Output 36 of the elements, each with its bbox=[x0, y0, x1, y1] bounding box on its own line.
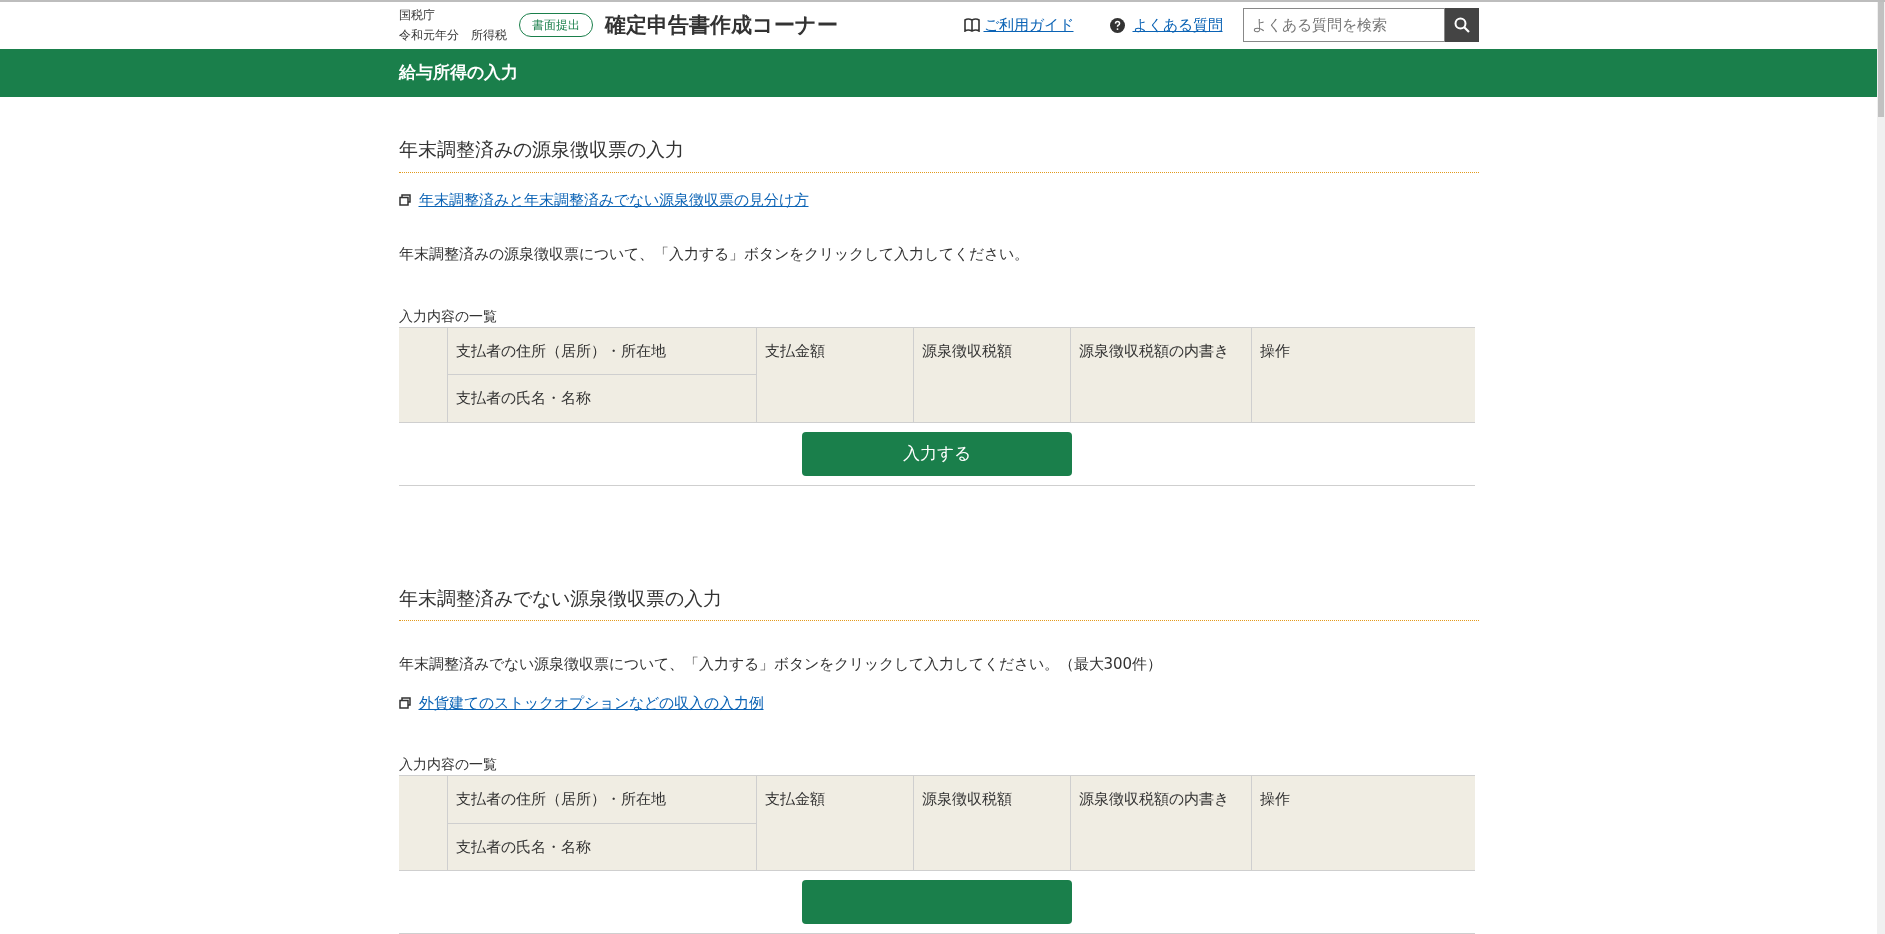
help-link[interactable]: 年末調整済みと年末調整済みでない源泉徴収票の見分け方 bbox=[418, 188, 809, 211]
tax-year: 令和元年分 所得税 bbox=[398, 27, 507, 45]
section-title: 年末調整済みの源泉徴収票の入力 bbox=[398, 135, 1479, 173]
table-header-cell: 支払者の住所（居所）・所在地 bbox=[447, 327, 757, 375]
guide-link[interactable]: ご利用ガイド bbox=[983, 14, 1074, 37]
new-window-icon bbox=[398, 696, 411, 709]
search-icon bbox=[1453, 17, 1470, 34]
section-title: 年末調整済みでない源泉徴収票の入力 bbox=[398, 583, 1479, 621]
table-header-cell: 源泉徴収税額 bbox=[913, 775, 1071, 871]
table-caption: 入力内容の一覧 bbox=[398, 306, 498, 326]
help-link[interactable]: 外貨建てのストックオプションなどの収入の入力例 bbox=[418, 691, 764, 714]
page-title: 給与所得の入力 bbox=[398, 61, 519, 85]
agency-name: 国税庁 bbox=[398, 7, 436, 25]
table-header-cell: 源泉徴収税額の内書き bbox=[1070, 775, 1252, 871]
table-header-cell: 支払金額 bbox=[756, 775, 914, 871]
faq-link[interactable]: よくある質問 bbox=[1132, 14, 1223, 37]
instruction-text: 年末調整済みでない源泉徴収票について、「入力する」ボタンをクリックして入力してください。（最大300件） bbox=[398, 654, 1164, 675]
instruction-text: 年末調整済みの源泉徴収票について、「入力する」ボタンをクリックして入力してください。 bbox=[398, 244, 1030, 265]
scrollbar[interactable] bbox=[1877, 2, 1885, 934]
table-header-cell: 操作 bbox=[1251, 327, 1475, 422]
new-window-icon bbox=[398, 193, 411, 206]
table-header-cell: 操作 bbox=[1251, 775, 1475, 871]
help-icon bbox=[1109, 17, 1125, 33]
table-caption: 入力内容の一覧 bbox=[398, 755, 498, 774]
table-header-cell: 支払者の氏名・名称 bbox=[447, 374, 757, 422]
search-field[interactable]: よくある質問を検索 bbox=[1242, 8, 1445, 43]
site-title: 確定申告書作成コーナー bbox=[604, 11, 838, 39]
search-button[interactable] bbox=[1444, 8, 1479, 43]
input-button[interactable]: 入力する bbox=[801, 431, 1072, 476]
table-header-cell: 源泉徴収税額の内書き bbox=[1070, 327, 1252, 422]
table-header-cell: 支払者の氏名・名称 bbox=[447, 823, 757, 871]
input-button[interactable] bbox=[801, 880, 1072, 924]
table-header-cell: 源泉徴収税額 bbox=[913, 327, 1071, 422]
table-header-cell: 支払者の住所（居所）・所在地 bbox=[447, 775, 757, 823]
book-icon bbox=[963, 18, 980, 33]
table-header-cell: 支払金額 bbox=[756, 327, 914, 422]
